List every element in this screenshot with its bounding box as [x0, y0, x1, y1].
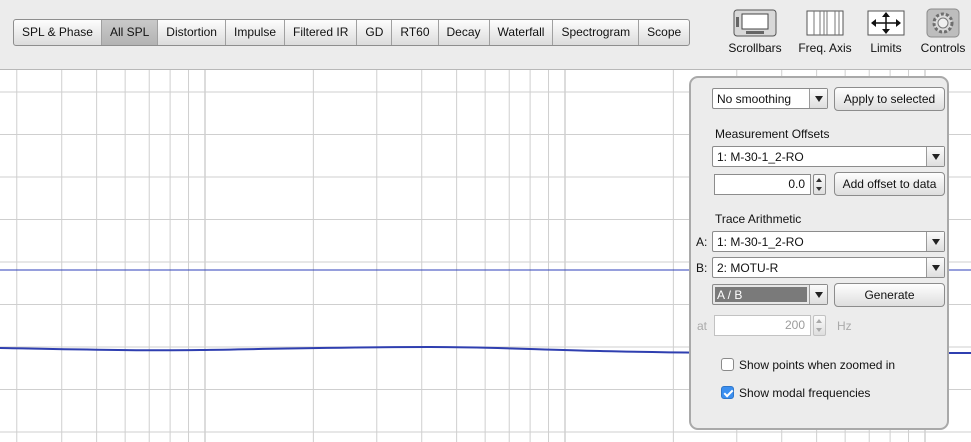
show-modal-label: Show modal frequencies: [739, 386, 871, 400]
trace-a-value: 1: M-30-1_2-RO: [717, 235, 804, 249]
controls-panel: No smoothing Apply to selected Measureme…: [689, 76, 949, 430]
generate-button[interactable]: Generate: [834, 283, 945, 307]
offset-measurement-select[interactable]: 1: M-30-1_2-RO: [712, 146, 945, 167]
stepper-down-icon: [816, 328, 822, 332]
controls-label: Controls: [920, 41, 966, 55]
tab-decay[interactable]: Decay: [439, 20, 490, 45]
trace-b-label: B:: [696, 261, 708, 275]
operation-value: A / B: [717, 288, 743, 302]
chevron-down-icon: [926, 232, 944, 251]
offset-value-field[interactable]: 0.0: [714, 174, 811, 195]
trace-b-value: 2: MOTU-R: [717, 261, 779, 275]
stepper-up-icon: [816, 178, 822, 182]
trace-a-select[interactable]: 1: M-30-1_2-RO: [712, 231, 945, 252]
show-modal-checkbox[interactable]: [721, 386, 734, 399]
controls-button[interactable]: Controls: [913, 8, 971, 55]
tab-gd[interactable]: GD: [357, 20, 393, 45]
tab-spectrogram[interactable]: Spectrogram: [553, 20, 640, 45]
tab-spl-phase[interactable]: SPL & Phase: [14, 20, 102, 45]
add-offset-button[interactable]: Add offset to data: [834, 172, 945, 196]
chevron-down-icon: [926, 258, 944, 277]
tab-filtered-ir[interactable]: Filtered IR: [285, 20, 358, 45]
freq-axis-label: Freq. Axis: [798, 41, 852, 55]
controls-gear-icon: [926, 8, 960, 38]
show-points-checkbox[interactable]: [721, 358, 734, 371]
tab-impulse[interactable]: Impulse: [226, 20, 286, 45]
limits-icon: [867, 10, 905, 36]
offset-stepper[interactable]: [813, 174, 826, 195]
operation-select[interactable]: A / B: [712, 284, 828, 305]
tab-distortion[interactable]: Distortion: [158, 20, 226, 45]
offset-measurement-value: 1: M-30-1_2-RO: [717, 150, 804, 164]
tab-waterfall[interactable]: Waterfall: [490, 20, 554, 45]
trace-b-select[interactable]: 2: MOTU-R: [712, 257, 945, 278]
show-points-label: Show points when zoomed in: [739, 358, 896, 372]
tab-rt60[interactable]: RT60: [392, 20, 439, 45]
limits-button[interactable]: Limits: [856, 8, 916, 55]
scrollbars-label: Scrollbars: [728, 41, 782, 55]
trace-arithmetic-heading: Trace Arithmetic: [715, 212, 802, 226]
tab-all-spl[interactable]: All SPL: [101, 20, 159, 45]
at-label: at: [697, 319, 708, 333]
chevron-down-icon: [809, 285, 827, 304]
apply-to-selected-button[interactable]: Apply to selected: [834, 87, 945, 111]
toolbar: SPL & Phase All SPL Distortion Impulse F…: [0, 0, 971, 68]
smoothing-select[interactable]: No smoothing: [712, 88, 828, 109]
limits-label: Limits: [870, 41, 902, 55]
at-unit-label: Hz: [837, 319, 852, 333]
smoothing-value: No smoothing: [717, 92, 792, 106]
stepper-up-icon: [816, 319, 822, 323]
chevron-down-icon: [809, 89, 827, 108]
tab-scope[interactable]: Scope: [639, 20, 689, 45]
chevron-down-icon: [926, 147, 944, 166]
graph-tabs: SPL & Phase All SPL Distortion Impulse F…: [13, 19, 691, 46]
freq-axis-icon: [806, 10, 844, 36]
scrollbars-button[interactable]: Scrollbars: [725, 8, 785, 55]
measurement-offsets-heading: Measurement Offsets: [715, 127, 830, 141]
stepper-down-icon: [816, 187, 822, 191]
at-frequency-stepper[interactable]: [813, 315, 826, 336]
trace-a-label: A:: [696, 235, 708, 249]
scrollbars-icon: [733, 9, 777, 37]
at-frequency-field[interactable]: 200: [714, 315, 811, 336]
freq-axis-button[interactable]: Freq. Axis: [795, 8, 855, 55]
